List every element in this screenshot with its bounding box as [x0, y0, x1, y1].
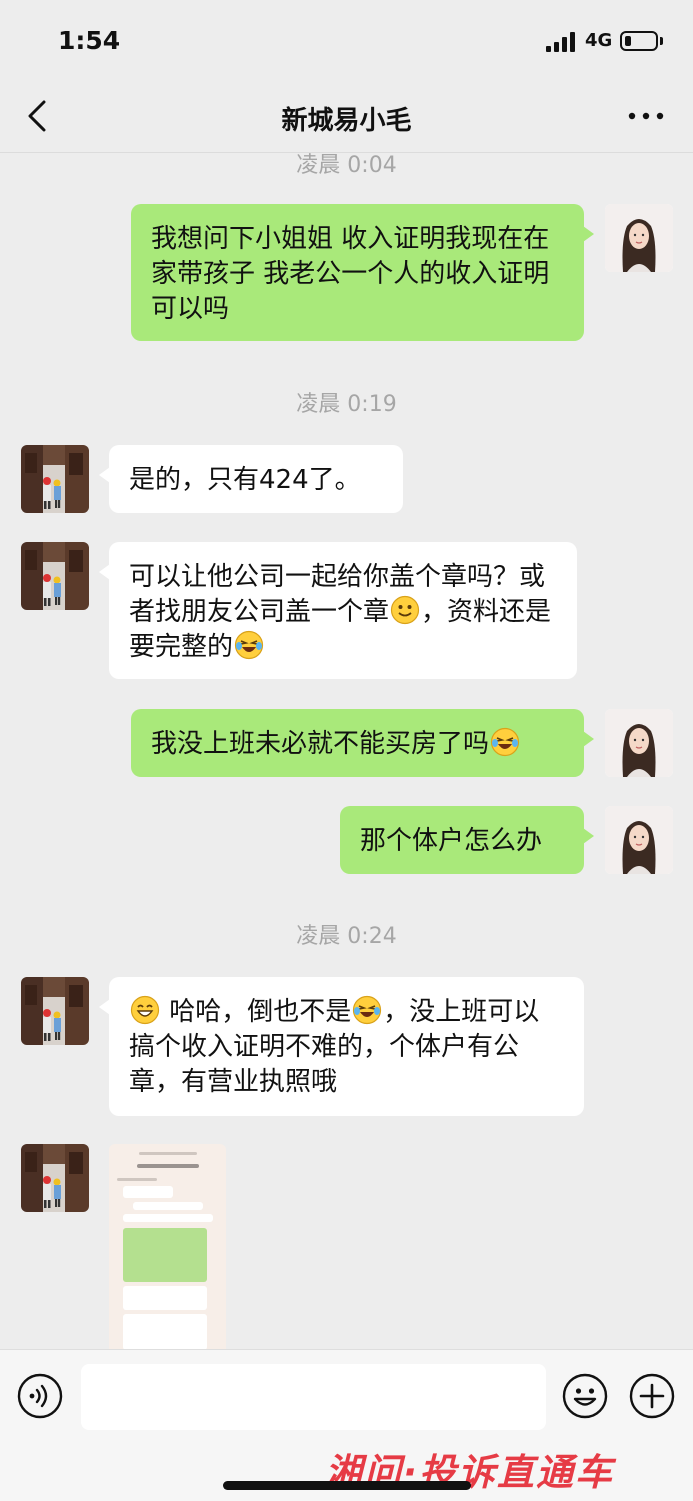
- emoji-picker-icon[interactable]: [562, 1373, 608, 1419]
- timestamp: 凌晨 0:04: [296, 153, 397, 178]
- network-type: 4G: [585, 30, 613, 51]
- more-options-icon[interactable]: [626, 109, 666, 123]
- message-bubble-received[interactable]: 可以让他公司一起给你盖个章吗？或者找朋友公司盖一个章 ，资料还是要完整的: [99, 542, 577, 679]
- plus-icon[interactable]: [629, 1373, 675, 1419]
- timestamp: 凌晨 0:24: [296, 924, 397, 949]
- laugh-cry-emoji-icon: [490, 727, 520, 757]
- laugh-cry-emoji-icon: [234, 630, 264, 660]
- message-bubble-received[interactable]: 是的，只有424了。: [99, 445, 403, 513]
- message-input[interactable]: [81, 1364, 546, 1430]
- message-bubble-sent[interactable]: 那个体户怎么办: [340, 806, 594, 874]
- chat-area[interactable]: 凌晨 0:04 我想问下小姐姐 收入证明我现在在家带孩子 我老公一个人的收入证明…: [0, 153, 693, 1349]
- laugh-cry-emoji-icon: [352, 995, 382, 1025]
- input-bar: 湘问·投诉直通车: [0, 1349, 693, 1501]
- contact-avatar[interactable]: [21, 445, 89, 513]
- grin-emoji-icon: [130, 995, 160, 1025]
- message-bubble-sent[interactable]: 我没上班未必就不能买房了吗: [131, 709, 594, 777]
- my-avatar[interactable]: [605, 709, 673, 777]
- voice-input-icon[interactable]: [17, 1373, 63, 1419]
- cellular-signal-icon: [546, 32, 578, 52]
- smile-emoji-icon: [390, 595, 420, 625]
- message-bubble-received[interactable]: 哈哈，倒也不是 ，没上班可以搞个收入证明不难的，个体户有公章，有营业执照哦: [99, 977, 584, 1116]
- message-text: 我没上班未必就不能买房了吗: [151, 729, 490, 759]
- status-time: 1:54: [58, 26, 121, 55]
- contact-avatar[interactable]: [21, 542, 89, 610]
- chat-title: 新城易小毛: [281, 106, 412, 136]
- contact-avatar[interactable]: [21, 1144, 89, 1212]
- nav-bar: 新城易小毛: [0, 84, 693, 153]
- timestamp: 凌晨 0:19: [296, 392, 397, 417]
- battery-tip: [660, 37, 663, 45]
- battery-icon: [620, 31, 658, 51]
- message-text: 哈哈，倒也不是: [169, 997, 352, 1027]
- contact-avatar[interactable]: [21, 977, 89, 1045]
- my-avatar[interactable]: [605, 806, 673, 874]
- status-bar: 1:54 4G: [0, 0, 693, 84]
- my-avatar[interactable]: [605, 204, 673, 272]
- image-message[interactable]: [109, 1144, 226, 1349]
- home-indicator: [223, 1481, 471, 1490]
- message-bubble-sent[interactable]: 我想问下小姐姐 收入证明我现在在家带孩子 我老公一个人的收入证明可以吗: [131, 204, 594, 341]
